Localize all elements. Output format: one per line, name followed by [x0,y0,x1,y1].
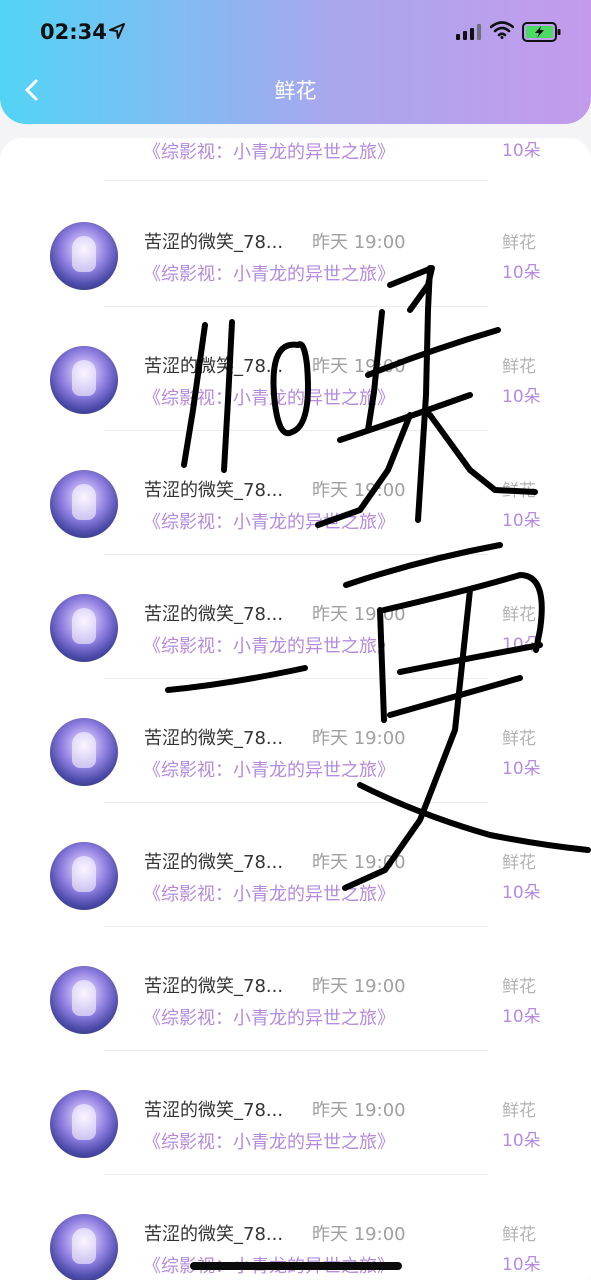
divider [104,802,488,803]
avatar[interactable] [50,966,118,1034]
gift-count: 10朵 [502,263,541,283]
gift-time: 昨天 19:00 [312,356,406,377]
book-title[interactable]: 《综影视：小青龙的异世之旅》 [143,632,395,658]
gift-label: 鲜花 [502,1101,536,1121]
gift-count: 10朵 [502,141,541,161]
gift-count: 10朵 [502,1007,541,1027]
gift-label: 鲜花 [502,977,536,997]
list-item[interactable]: 苦涩的微笑_78... 昨天 19:00 《综影视：小青龙的异世之旅》 鲜花 1… [0,444,591,568]
gift-count: 10朵 [502,1131,541,1151]
divider [104,554,488,555]
avatar[interactable] [50,222,118,290]
divider [104,1174,488,1175]
list-item[interactable]: 苦涩的微笑_78... 昨天 19:00 《综影视：小青龙的异世之旅》 鲜花 1… [0,940,591,1064]
user-name: 苦涩的微笑_78... [144,1100,284,1121]
list-item[interactable]: 《综影视：小青龙的异世之旅》 10朵 [0,138,591,181]
flower-list: 《综影视：小青龙的异世之旅》 10朵 苦涩的微笑_78... 昨天 19:00 … [0,138,591,1280]
gift-count: 10朵 [502,1255,541,1275]
cellular-signal-icon [456,24,481,40]
gift-count: 10朵 [502,635,541,655]
avatar[interactable] [50,1090,118,1158]
gift-time: 昨天 19:00 [312,232,406,253]
user-name: 苦涩的微笑_78... [144,728,284,749]
status-time: 02:34 [40,20,107,44]
gift-label: 鲜花 [502,481,536,501]
gift-time: 昨天 19:00 [312,852,406,873]
gift-label: 鲜花 [502,233,536,253]
avatar[interactable] [50,718,118,786]
book-title[interactable]: 《综影视：小青龙的异世之旅》 [143,260,395,286]
book-title[interactable]: 《综影视：小青龙的异世之旅》 [143,1128,395,1154]
avatar[interactable] [50,594,118,662]
user-name: 苦涩的微笑_78... [144,852,284,873]
gift-time: 昨天 19:00 [312,604,406,625]
gift-time: 昨天 19:00 [312,1224,406,1245]
list-item[interactable]: 苦涩的微笑_78... 昨天 19:00 《综影视：小青龙的异世之旅》 鲜花 1… [0,816,591,940]
gift-count: 10朵 [502,387,541,407]
avatar[interactable] [50,470,118,538]
user-name: 苦涩的微笑_78... [144,480,284,501]
gift-label: 鲜花 [502,357,536,377]
gift-label: 鲜花 [502,853,536,873]
home-indicator[interactable] [190,1262,402,1270]
wifi-icon [490,21,514,39]
gift-count: 10朵 [502,883,541,903]
location-arrow-icon [109,23,125,39]
book-title[interactable]: 《综影视：小青龙的异世之旅》 [143,756,395,782]
divider [104,180,488,181]
gift-time: 昨天 19:00 [312,480,406,501]
divider [104,306,488,307]
divider [104,926,488,927]
list-item[interactable]: 苦涩的微笑_78... 昨天 19:00 《综影视：小青龙的异世之旅》 鲜花 1… [0,692,591,816]
gift-time: 昨天 19:00 [312,976,406,997]
gift-count: 10朵 [502,511,541,531]
battery-charging-icon [522,22,561,42]
divider [104,1050,488,1051]
list-item[interactable]: 苦涩的微笑_78... 昨天 19:00 《综影视：小青龙的异世之旅》 鲜花 1… [0,568,591,692]
avatar[interactable] [50,1214,118,1280]
list-item[interactable]: 苦涩的微笑_78... 昨天 19:00 《综影视：小青龙的异世之旅》 鲜花 1… [0,320,591,444]
list-item[interactable]: 苦涩的微笑_78... 昨天 19:00 《综影视：小青龙的异世之旅》 鲜花 1… [0,196,591,320]
list-item[interactable]: 苦涩的微笑_78... 昨天 19:00 《综影视：小青龙的异世之旅》 鲜花 1… [0,1064,591,1188]
gift-label: 鲜花 [502,1225,536,1245]
divider [104,678,488,679]
user-name: 苦涩的微笑_78... [144,1224,284,1245]
gift-time: 昨天 19:00 [312,1100,406,1121]
book-title[interactable]: 《综影视：小青龙的异世之旅》 [143,880,395,906]
user-name: 苦涩的微笑_78... [144,604,284,625]
page-title: 鲜花 [274,79,317,103]
gift-time: 昨天 19:00 [312,728,406,749]
divider [104,430,488,431]
user-name: 苦涩的微笑_78... [144,232,284,253]
gift-count: 10朵 [502,759,541,779]
book-title[interactable]: 《综影视：小青龙的异世之旅》 [143,138,395,164]
app-header: 02:34 鲜花 [0,0,591,124]
user-name: 苦涩的微笑_78... [144,356,284,377]
gift-label: 鲜花 [502,729,536,749]
avatar[interactable] [50,346,118,414]
book-title[interactable]: 《综影视：小青龙的异世之旅》 [143,1004,395,1030]
gift-label: 鲜花 [502,605,536,625]
user-name: 苦涩的微笑_78... [144,976,284,997]
avatar[interactable] [50,842,118,910]
book-title[interactable]: 《综影视：小青龙的异世之旅》 [143,384,395,410]
book-title[interactable]: 《综影视：小青龙的异世之旅》 [143,508,395,534]
